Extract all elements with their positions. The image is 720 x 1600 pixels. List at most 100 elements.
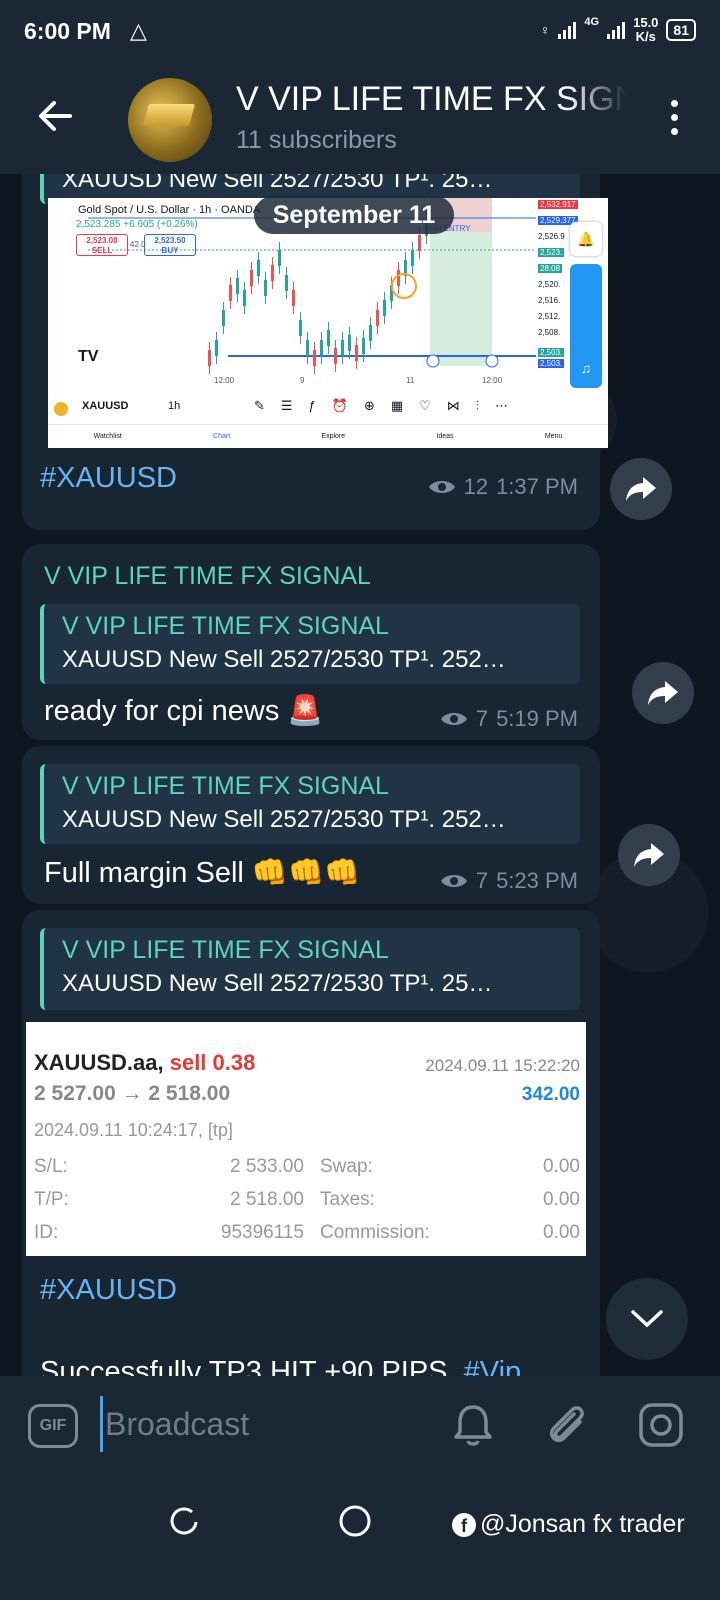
price-label: 2,512. xyxy=(538,312,561,321)
hashtag-link[interactable]: #XAUUSD xyxy=(40,462,177,495)
view-count: 12 xyxy=(463,474,489,499)
chart-title: Gold Spot / U.S. Dollar · 1h · OANDA xyxy=(78,204,261,216)
reply-text: XAUUSD New Sell 2527/2530 TP¹. 25… xyxy=(62,174,493,193)
chart-timeframe[interactable]: 1h xyxy=(168,400,180,412)
watermark-text: @Jonsan fx trader xyxy=(480,1510,685,1538)
ideas-tab[interactable]: Ideas xyxy=(436,433,453,440)
date-separator: September 11 xyxy=(254,196,454,234)
watermark: f @Jonsan fx trader xyxy=(452,1510,685,1539)
chart-nav: Watchlist Chart Explore Ideas Menu xyxy=(48,424,608,448)
views-eye-icon xyxy=(428,481,455,493)
trade-symbol: XAUUSD.aa, sell 0.38 xyxy=(34,1050,256,1075)
status-time: 6:00 PM xyxy=(24,18,111,44)
input-bar: GIF xyxy=(0,1376,720,1474)
status-bar: 6:00 PM △ ♀ 4G 15.0 K/s 81 xyxy=(0,0,720,62)
reply-sender: V VIP LIFE TIME FX SIGNAL xyxy=(62,936,389,964)
price-label: 2,526.9 xyxy=(538,232,565,241)
back-arrow-icon[interactable] xyxy=(34,94,78,138)
price-label: 2,520. xyxy=(538,280,561,289)
view-count: 7 xyxy=(475,706,489,731)
x-label: 12:00 xyxy=(214,376,235,385)
chart-screenshot[interactable]: Gold Spot / U.S. Dollar · 1h · OANDA 2,5… xyxy=(48,198,608,448)
signal-icon-2 xyxy=(607,21,626,39)
chart-change: 2,523.285 +6.605 (+0.26%) xyxy=(76,219,198,230)
attach-icon[interactable] xyxy=(542,1400,592,1450)
trade-close-time: 2024.09.11 15:22:20 xyxy=(425,1056,580,1075)
message-bubble[interactable]: V VIP LIFE TIME FX SIGNAL V VIP LIFE TIM… xyxy=(22,544,600,740)
message-meta: 7 5:23 PM xyxy=(440,868,578,894)
chart-toolbar[interactable]: ✎☰ƒ⏰⊕▦♡⋈⫶⋯ xyxy=(254,398,524,414)
message-text: Full margin Sell 👊👊👊 xyxy=(44,857,361,889)
reply-preview[interactable]: V VIP LIFE TIME FX SIGNAL XAUUSD New Sel… xyxy=(40,604,580,684)
message-time: 1:37 PM xyxy=(496,474,578,499)
trade-screenshot[interactable]: XAUUSD.aa, sell 0.38 2024.09.11 15:22:20… xyxy=(26,1022,586,1256)
views-eye-icon xyxy=(440,713,467,725)
channel-title[interactable]: V VIP LIFE TIME FX SIGNAL xyxy=(236,80,626,119)
x-label: 11 xyxy=(406,376,415,385)
explore-tab[interactable]: Explore xyxy=(321,433,345,440)
network-type: 4G xyxy=(584,16,600,28)
channel-header: V VIP LIFE TIME FX SIGNAL 11 subscribers xyxy=(0,62,720,174)
message-bubble[interactable]: V VIP LIFE TIME FX SIGNAL XAUUSD New Sel… xyxy=(22,910,600,1404)
price-label: 2,503. xyxy=(538,348,565,357)
more-options-icon[interactable] xyxy=(668,100,680,135)
chart-tab[interactable]: Chart xyxy=(213,433,230,440)
chart-symbol[interactable]: XAUUSD xyxy=(82,400,128,412)
music-icon[interactable]: ♫ xyxy=(570,264,602,388)
reply-text: XAUUSD New Sell 2527/2530 TP¹. 252… xyxy=(62,646,506,673)
sell-button[interactable]: 2,523.08 SELL xyxy=(76,234,128,256)
forward-icon[interactable] xyxy=(618,824,680,886)
camera-icon[interactable] xyxy=(636,1400,686,1450)
bell-icon[interactable]: 🔔 xyxy=(570,222,602,256)
view-count: 7 xyxy=(475,868,489,893)
home-icon[interactable] xyxy=(338,1504,372,1538)
trade-profit: 342.00 xyxy=(521,1084,580,1105)
gold-icon xyxy=(54,402,68,416)
x-label: 12:00 xyxy=(482,376,503,385)
bell-icon[interactable] xyxy=(448,1400,498,1450)
status-icons: ♀ 4G 15.0 K/s 81 xyxy=(540,16,696,44)
net-speed: 15.0 K/s xyxy=(633,15,659,44)
price-label: 2,503. xyxy=(538,359,565,368)
reply-text: XAUUSD New Sell 2527/2530 TP¹. 252… xyxy=(62,806,506,833)
tradingview-logo: TV xyxy=(78,348,99,365)
price-label: 28:08 xyxy=(538,264,563,273)
data-saver-icon: △ xyxy=(130,18,147,43)
scroll-down-button[interactable] xyxy=(606,1278,688,1360)
price-label: 2,532.917 xyxy=(538,200,578,209)
message-meta: 12 1:37 PM xyxy=(428,474,578,500)
broadcast-input[interactable] xyxy=(100,1396,400,1452)
forward-icon[interactable] xyxy=(610,458,672,520)
chat-area[interactable]: XAUUSD New Sell 2527/2530 TP¹. 25… Gold … xyxy=(0,174,720,1404)
signal-icon xyxy=(558,21,577,39)
location-icon: ♀ xyxy=(539,22,551,38)
reply-preview[interactable]: V VIP LIFE TIME FX SIGNAL XAUUSD New Sel… xyxy=(40,764,580,844)
subscriber-count: 11 subscribers xyxy=(236,126,397,154)
trade-open-time: 2024.09.11 10:24:17, [tp] xyxy=(34,1120,233,1140)
sender-name: V VIP LIFE TIME FX SIGNAL xyxy=(44,562,371,590)
buy-button[interactable]: 2,523.50 BUY xyxy=(144,234,196,256)
gif-button[interactable]: GIF xyxy=(28,1404,78,1448)
facebook-icon: f xyxy=(452,1512,476,1537)
reply-sender: V VIP LIFE TIME FX SIGNAL xyxy=(62,772,389,800)
reply-sender: V VIP LIFE TIME FX SIGNAL xyxy=(62,612,389,640)
price-label: 2,516. xyxy=(538,296,561,305)
message-time: 5:23 PM xyxy=(496,868,578,893)
x-label: 9 xyxy=(300,376,305,385)
message-text: ready for cpi news 🚨 xyxy=(44,695,324,727)
recents-icon[interactable] xyxy=(168,1506,200,1538)
hashtag-link[interactable]: #XAUUSD xyxy=(40,1274,177,1307)
reply-preview[interactable]: V VIP LIFE TIME FX SIGNAL XAUUSD New Sel… xyxy=(40,928,580,1010)
message-meta: 7 5:19 PM xyxy=(440,706,578,732)
forward-icon[interactable] xyxy=(632,662,694,724)
trade-prices: 2 527.00 → 2 518.00 xyxy=(34,1082,231,1105)
price-label: 2,508. xyxy=(538,328,561,337)
views-eye-icon xyxy=(440,875,467,887)
menu-tab[interactable]: Menu xyxy=(545,433,563,440)
battery-icon: 81 xyxy=(666,19,696,41)
message-time: 5:19 PM xyxy=(496,706,578,731)
price-label: 2,523. xyxy=(538,248,565,257)
channel-avatar[interactable] xyxy=(128,78,212,162)
message-bubble[interactable]: V VIP LIFE TIME FX SIGNAL XAUUSD New Sel… xyxy=(22,746,600,904)
watchlist-tab[interactable]: Watchlist xyxy=(94,433,122,440)
